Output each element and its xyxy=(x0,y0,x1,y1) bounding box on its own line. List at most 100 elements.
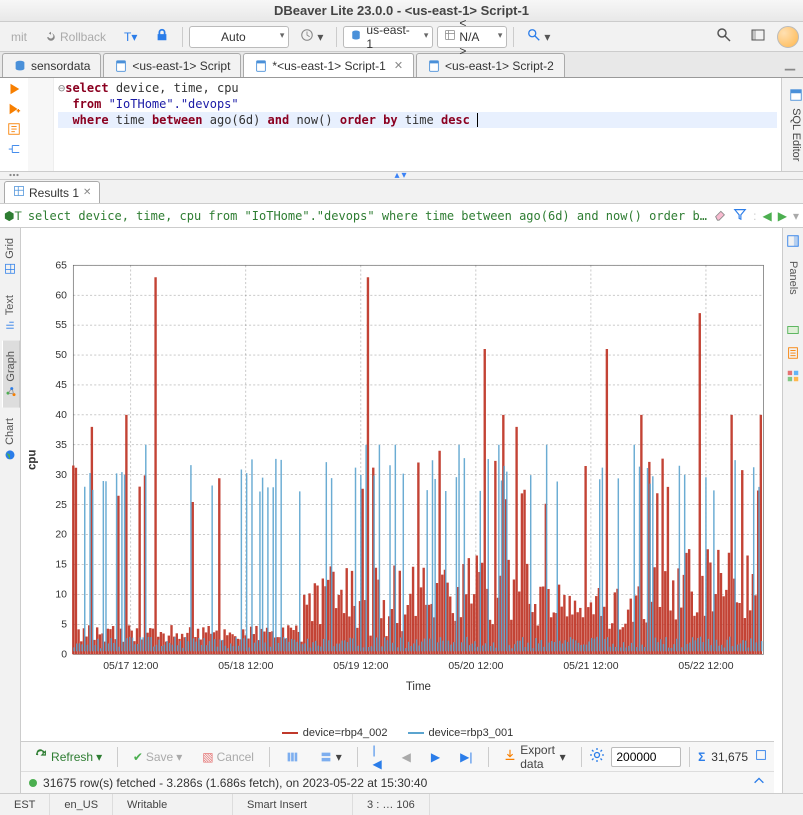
grid-tab[interactable]: Grid xyxy=(2,228,18,285)
user-avatar[interactable] xyxy=(777,26,799,48)
panels-icon[interactable]: ▾ xyxy=(312,746,349,768)
svg-text:65: 65 xyxy=(55,260,67,271)
export-icon xyxy=(503,748,517,765)
title-bar: DBeaver Lite 23.0.0 - <us-east-1> Script… xyxy=(0,0,803,22)
search-icon xyxy=(716,27,732,46)
value-panel-icon[interactable] xyxy=(786,323,800,340)
first-page-button[interactable]: |◀ xyxy=(365,746,388,768)
legend-label: device=rbp3_001 xyxy=(429,727,514,739)
svg-text:60: 60 xyxy=(55,290,67,301)
panel-button[interactable] xyxy=(743,26,773,48)
run-plus-icon[interactable] xyxy=(7,102,21,116)
check-icon: ✔ xyxy=(133,750,143,764)
main-toolbar: mit Rollback T▾ Auto ▾ us-east-1 < N/A > xyxy=(0,22,803,52)
calc-panel-icon[interactable] xyxy=(786,346,800,363)
sql-editor: ⊖select device, time, cpu from "IoTHome"… xyxy=(0,78,803,172)
commit-button[interactable]: mit xyxy=(4,26,34,48)
fetch-status-text: 31675 row(s) fetched - 3.286s (1.686s fe… xyxy=(43,776,427,790)
columns-icon[interactable] xyxy=(278,746,306,768)
history-button[interactable]: ▾ xyxy=(293,26,330,48)
panels-label[interactable]: Panels xyxy=(787,257,799,299)
max-rows-input[interactable] xyxy=(611,747,681,767)
schema-icon xyxy=(444,29,456,44)
next-page-button[interactable]: ▶ xyxy=(424,746,447,768)
chart-canvas: 0510152025303540455055606505/17 12:0005/… xyxy=(21,232,774,721)
tab-label: sensordata xyxy=(31,59,90,73)
save-button[interactable]: ✔ Save ▾ xyxy=(126,746,189,768)
search-dropdown-button[interactable]: ▾ xyxy=(520,26,557,48)
chart-tab[interactable]: Chart xyxy=(2,408,18,471)
tx-toggle-button[interactable]: T▾ xyxy=(117,26,144,48)
query-label-icon: ⬢T xyxy=(4,209,22,223)
grouping-panel-icon[interactable] xyxy=(786,369,800,386)
sql-file-icon xyxy=(254,59,268,73)
prev-icon[interactable]: ◀ xyxy=(763,209,772,223)
separator xyxy=(182,27,183,47)
tab-label: <us-east-1> Script xyxy=(132,59,230,73)
minimize-icon[interactable] xyxy=(777,60,803,77)
query-info-bar: ⬢T select device, time, cpu from "IoTHom… xyxy=(0,204,803,228)
sql-editor-side-tab[interactable]: SQL Editor xyxy=(781,78,803,171)
results-tab[interactable]: Results 1 ✕ xyxy=(4,181,100,203)
connection-combo[interactable]: us-east-1 xyxy=(343,26,433,48)
lock-button[interactable] xyxy=(148,26,176,48)
maximize-icon[interactable] xyxy=(754,748,768,765)
rollback-button[interactable]: Rollback xyxy=(38,26,113,48)
export-button[interactable]: Export data ▾ xyxy=(496,746,572,768)
status-dot-icon xyxy=(29,779,37,787)
filter-icon[interactable] xyxy=(733,207,747,224)
schema-combo[interactable]: < N/A > xyxy=(437,26,507,48)
next-icon[interactable]: ▶ xyxy=(778,209,787,223)
svg-text:05/21 12:00: 05/21 12:00 xyxy=(563,661,618,672)
results-toolbar: Refresh ▾ ✔ Save ▾ ▧ Cancel ▾ |◀ ◀ ▶ ▶| … xyxy=(21,741,774,771)
prev-page-button[interactable]: ◀ xyxy=(395,746,418,768)
results-panel: Grid Text Graph Chart 051015202530354045… xyxy=(0,228,803,793)
global-search-button[interactable] xyxy=(709,26,739,48)
run-icon[interactable] xyxy=(7,82,21,96)
graph-icon xyxy=(5,386,17,398)
refresh-button[interactable]: Refresh ▾ xyxy=(27,746,109,768)
splitter[interactable]: ▴▾ xyxy=(0,172,803,180)
last-page-button[interactable]: ▶| xyxy=(453,746,479,768)
close-icon[interactable]: ✕ xyxy=(390,59,403,72)
more-icon[interactable] xyxy=(7,168,21,182)
tx-mode-combo[interactable]: Auto xyxy=(189,26,289,48)
svg-text:0: 0 xyxy=(61,649,67,660)
status-locale: en_US xyxy=(50,794,113,815)
sql-file-icon xyxy=(114,59,128,73)
code-content[interactable]: ⊖select device, time, cpu from "IoTHome"… xyxy=(54,78,781,171)
explain-icon[interactable] xyxy=(7,142,21,156)
db-table-icon xyxy=(13,59,27,73)
graph-tab[interactable]: Graph xyxy=(2,341,20,408)
run-script-icon[interactable] xyxy=(7,122,21,136)
sigma-icon: Σ xyxy=(698,750,705,764)
svg-text:55: 55 xyxy=(55,320,67,331)
grid-icon xyxy=(13,185,25,200)
svg-text:cpu: cpu xyxy=(27,450,39,470)
tab-sensordata[interactable]: sensordata xyxy=(2,53,101,77)
results-tab-bar: Results 1 ✕ xyxy=(0,180,803,204)
tab-script[interactable]: <us-east-1> Script xyxy=(103,53,241,77)
svg-text:Time: Time xyxy=(406,681,431,693)
text-tab[interactable]: Text xyxy=(2,285,18,341)
gear-icon[interactable] xyxy=(589,747,605,766)
close-icon[interactable]: ✕ xyxy=(83,187,91,198)
legend-swatch xyxy=(408,732,424,734)
panels-icon[interactable] xyxy=(786,234,800,251)
legend-label: device=rbp4_002 xyxy=(303,727,388,739)
chevron-icon[interactable] xyxy=(752,774,766,791)
right-panel-tabs: Panels xyxy=(782,228,803,793)
tab-script-1[interactable]: *<us-east-1> Script-1 ✕ xyxy=(243,53,414,77)
svg-text:20: 20 xyxy=(55,530,67,541)
history-icon xyxy=(300,28,314,45)
eraser-icon[interactable] xyxy=(713,207,727,224)
svg-text:30: 30 xyxy=(55,470,67,481)
panel-icon xyxy=(750,27,766,46)
svg-text:45: 45 xyxy=(55,380,67,391)
cancel-button[interactable]: ▧ Cancel xyxy=(195,746,261,768)
grid-icon xyxy=(4,263,16,275)
svg-text:05/17 12:00: 05/17 12:00 xyxy=(103,661,158,672)
chart-legend: device=rbp4_002 device=rbp3_001 xyxy=(21,721,774,741)
tab-script-2[interactable]: <us-east-1> Script-2 xyxy=(416,53,565,77)
query-text: select device, time, cpu from "IoTHome".… xyxy=(28,209,707,223)
